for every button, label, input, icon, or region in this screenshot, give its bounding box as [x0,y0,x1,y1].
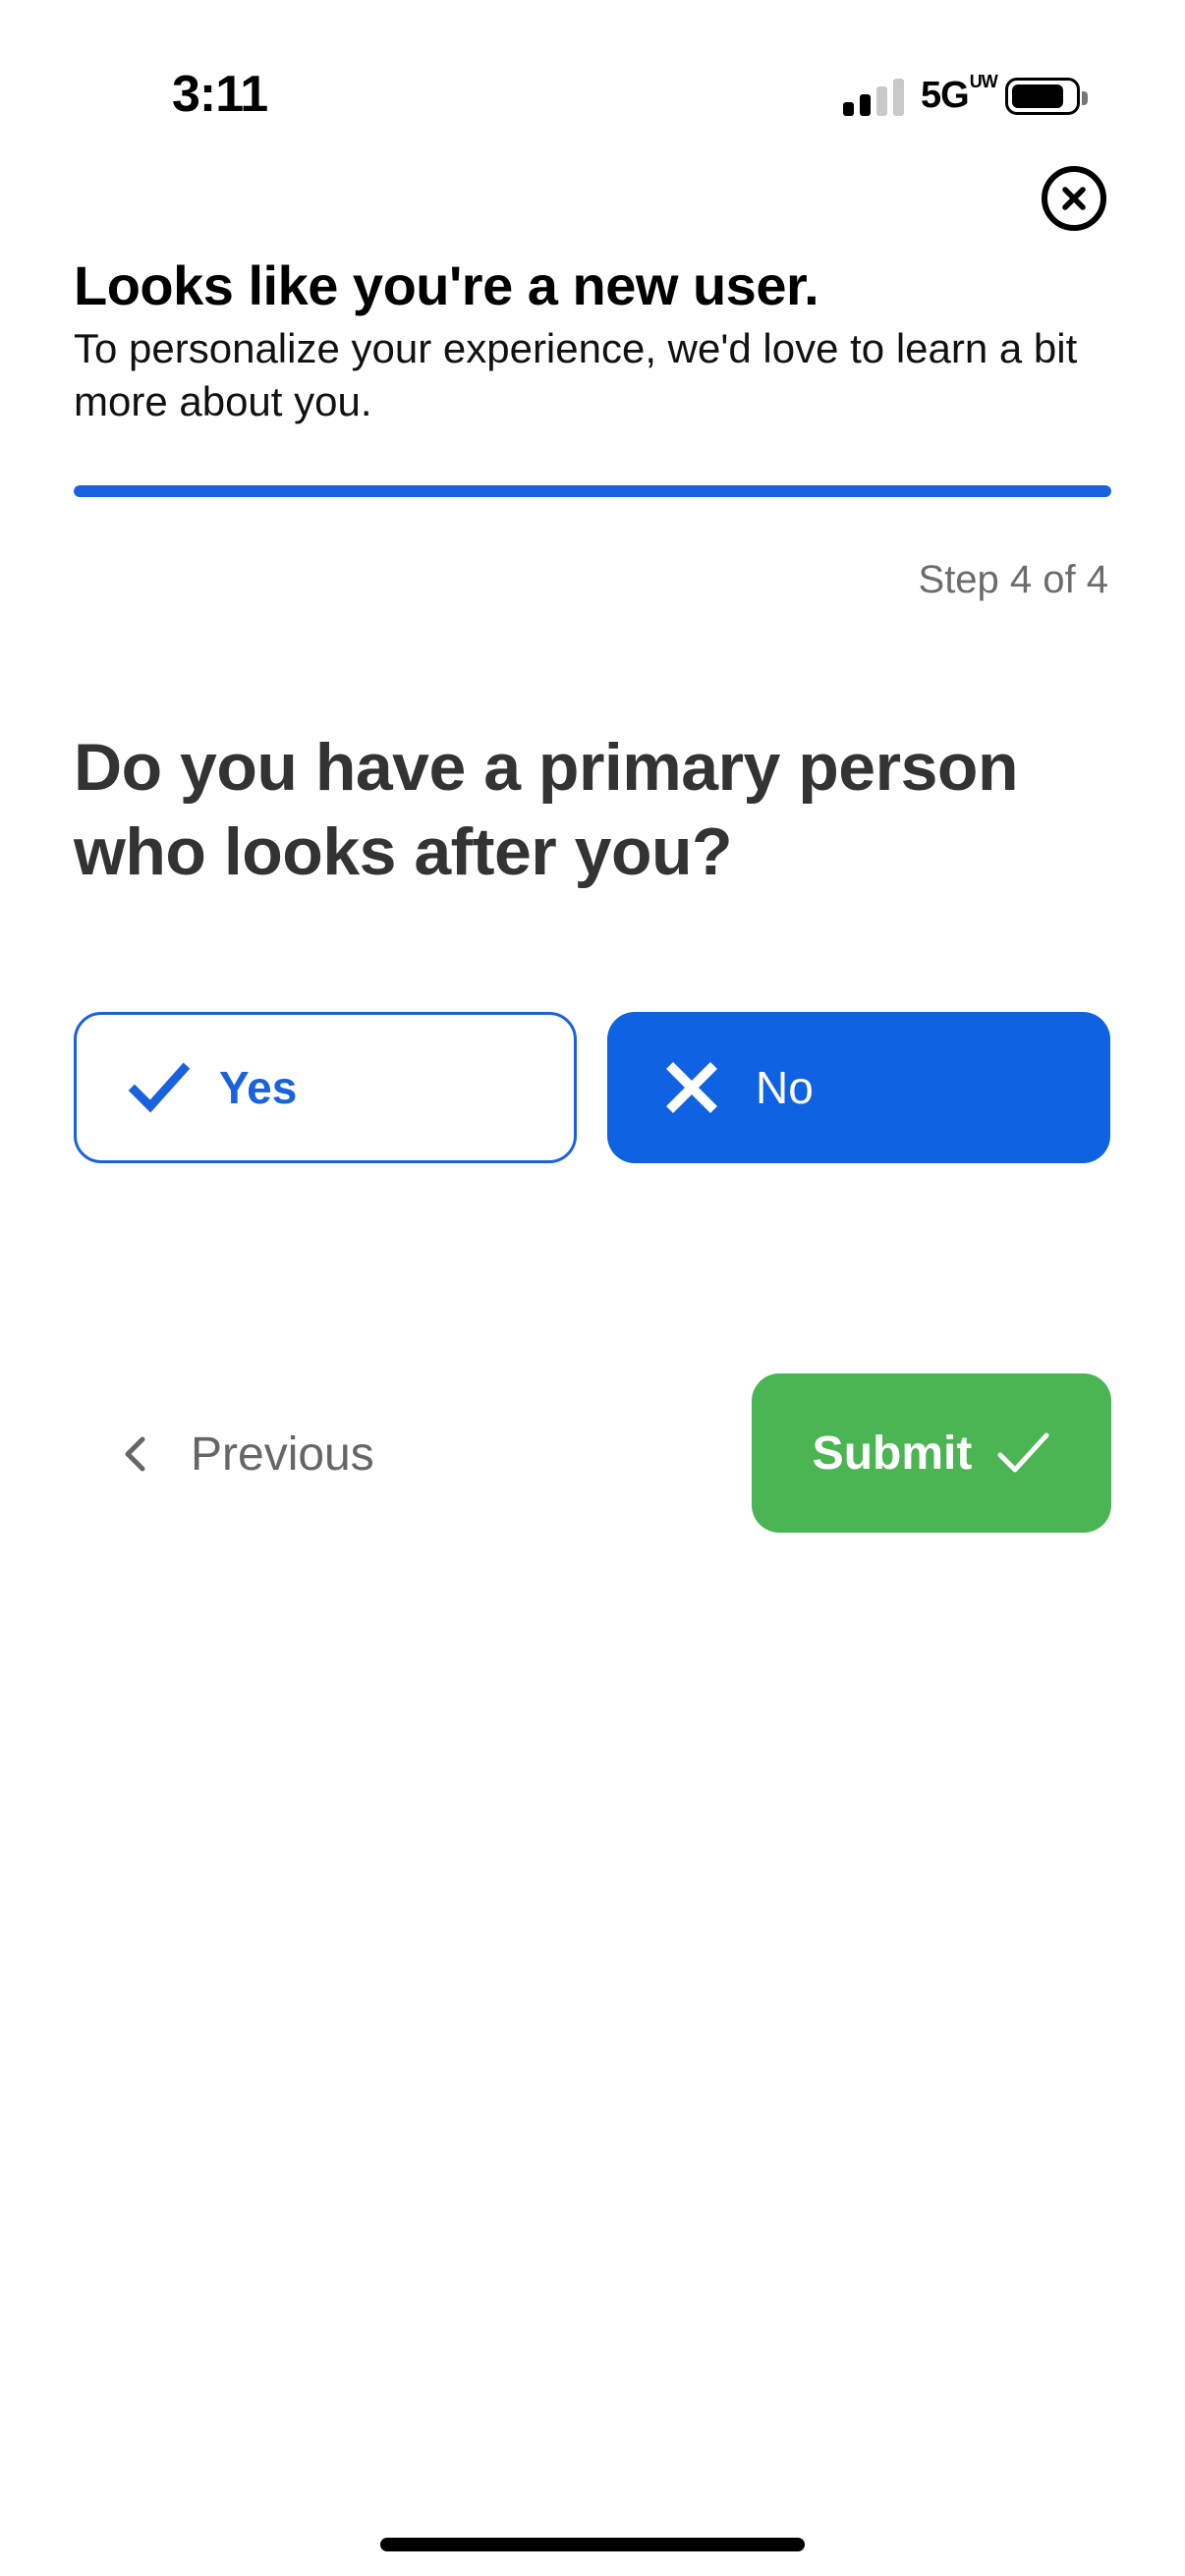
home-indicator[interactable] [380,2538,805,2551]
chevron-left-icon [125,1436,145,1472]
submit-label: Submit [812,1427,973,1480]
checkmark-icon [997,1432,1049,1473]
previous-label: Previous [191,1428,374,1481]
question-text: Do you have a primary person who looks a… [74,730,1018,889]
close-button[interactable] [1042,166,1106,231]
previous-button[interactable]: Previous [116,1415,374,1493]
status-bar: 3:11 5GUW [0,0,1185,138]
welcome-subtitle: To personalize your experience, we'd lov… [74,325,1078,424]
network-type: 5G [921,75,970,116]
network-badge: UW [969,72,998,92]
battery-icon [1005,78,1088,115]
network-indicator: 5GUW [921,72,998,117]
cellular-signal-icon [843,79,904,116]
no-option-button[interactable]: No [607,1012,1110,1163]
checkmark-icon [129,1057,190,1118]
yes-option-button[interactable]: Yes [74,1012,577,1163]
submit-button[interactable]: Submit [752,1373,1111,1533]
x-icon [661,1057,722,1118]
no-option-label: No [756,1062,814,1113]
close-icon [1062,187,1086,210]
status-time: 3:11 [172,66,268,123]
progress-fill [74,485,1111,497]
progress-bar [74,485,1111,497]
step-indicator: Step 4 of 4 [918,558,1108,601]
welcome-title: Looks like you're a new user. [74,254,819,316]
yes-option-label: Yes [219,1062,298,1113]
